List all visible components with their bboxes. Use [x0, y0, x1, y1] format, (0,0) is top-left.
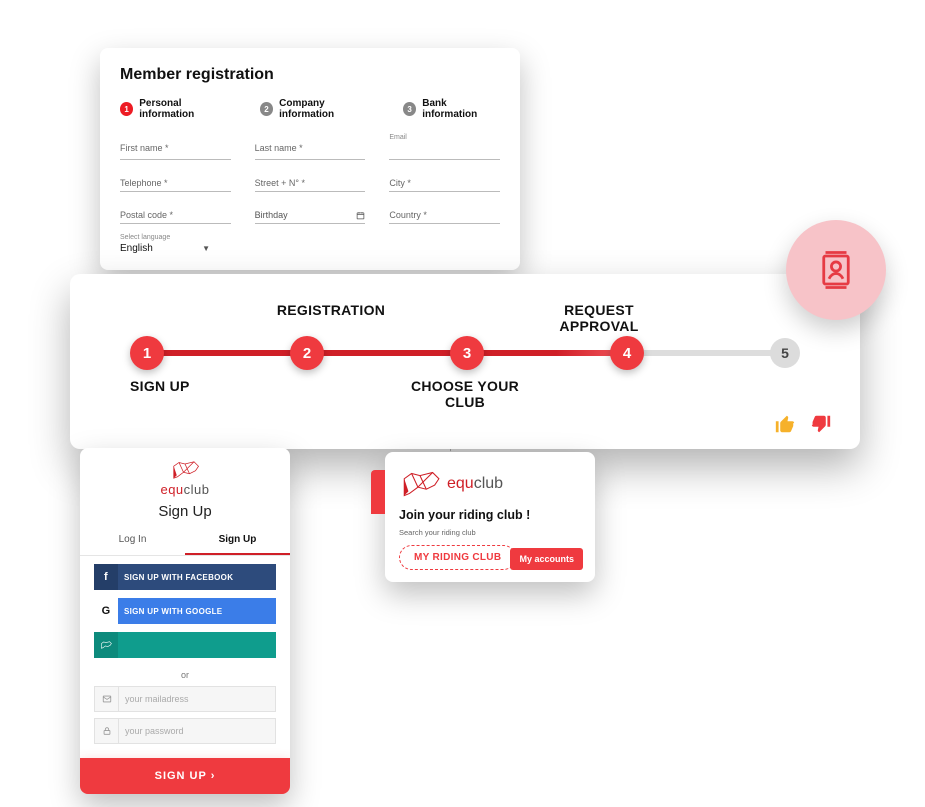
- brand-text: equclub: [447, 475, 503, 493]
- my-accounts-button[interactable]: My accounts: [510, 548, 583, 570]
- signup-card: equclub Sign Up Log In Sign Up f SIGN UP…: [80, 448, 290, 794]
- calendar-icon: [356, 211, 365, 220]
- language-select[interactable]: English ▼: [120, 241, 210, 256]
- street-field[interactable]: [255, 172, 366, 192]
- chevron-down-icon: ▼: [202, 244, 210, 253]
- process-flow-card: REGISTRATION REQUEST APPROVAL 1 2 3 4 5 …: [70, 274, 860, 449]
- horse-logo-icon: [399, 468, 441, 500]
- language-value: English: [120, 243, 153, 254]
- flow-step-5[interactable]: 5: [770, 338, 800, 368]
- button-label: SIGN UP WITH GOOGLE: [118, 600, 276, 623]
- birthday-label: Birthday: [255, 210, 288, 220]
- telephone-field[interactable]: [120, 172, 231, 192]
- tab-signup[interactable]: Sign Up: [185, 526, 290, 555]
- button-label: SIGN UP WITH FACEBOOK: [118, 566, 276, 589]
- step-label: Personal information: [139, 98, 234, 120]
- step-label: Company information: [279, 98, 377, 120]
- signup-password-input[interactable]: [119, 720, 275, 742]
- step-number-icon: 2: [260, 102, 273, 116]
- thumbs-up-icon[interactable]: [774, 413, 796, 435]
- facebook-icon: f: [94, 564, 118, 590]
- signup-submit-button[interactable]: SIGN UP ›: [80, 758, 290, 794]
- flow-step-3[interactable]: 3: [450, 336, 484, 370]
- signup-google-button[interactable]: G SIGN UP WITH GOOGLE: [94, 598, 276, 624]
- postal-field[interactable]: [120, 204, 231, 224]
- language-label: Select language: [120, 234, 500, 241]
- mail-icon: [95, 687, 119, 711]
- flow-label-request-approval: REQUEST APPROVAL: [532, 302, 666, 334]
- signup-alt-button[interactable]: [94, 632, 276, 658]
- flow-label-sign-up: SIGN UP: [130, 378, 264, 410]
- lock-icon: [95, 719, 119, 743]
- join-club-subtitle: Search your riding club: [399, 528, 581, 537]
- email-field[interactable]: [389, 140, 500, 160]
- flow-step-1[interactable]: 1: [130, 336, 164, 370]
- decorative-strip: [371, 470, 385, 514]
- city-field[interactable]: [389, 172, 500, 192]
- tab-login[interactable]: Log In: [80, 526, 185, 555]
- country-field[interactable]: [389, 204, 500, 224]
- signup-email-input[interactable]: [119, 688, 275, 710]
- reg-step-3[interactable]: 3 Bank information: [403, 98, 500, 120]
- horse-small-icon: [94, 632, 118, 658]
- button-label: [118, 638, 276, 652]
- registration-title: Member registration: [120, 66, 500, 84]
- flow-label-choose-club: CHOOSE YOUR CLUB: [398, 378, 532, 410]
- brand-text: equclub: [160, 482, 209, 497]
- riding-club-chip[interactable]: MY RIDING CLUB: [399, 545, 516, 570]
- step-number-icon: 3: [403, 102, 416, 116]
- button-label: SIGN UP: [155, 770, 211, 782]
- reg-step-2[interactable]: 2 Company information: [260, 98, 377, 120]
- email-input-wrap: [94, 686, 276, 712]
- join-club-title: Join your riding club !: [399, 508, 581, 522]
- password-input-wrap: [94, 718, 276, 744]
- registration-stepper: 1 Personal information 2 Company informa…: [120, 98, 500, 120]
- google-icon: G: [94, 598, 118, 624]
- thumbs-down-icon[interactable]: [810, 413, 832, 435]
- registration-card: Member registration 1 Personal informati…: [100, 48, 520, 270]
- step-number-icon: 1: [120, 102, 133, 116]
- join-club-card: equclub Join your riding club ! Search y…: [385, 452, 595, 582]
- or-divider: or: [80, 670, 290, 680]
- first-name-field[interactable]: [120, 134, 231, 160]
- horse-logo-icon: [170, 458, 200, 482]
- signup-title: Sign Up: [80, 503, 290, 520]
- flow-step-2[interactable]: 2: [290, 336, 324, 370]
- flow-label-registration: REGISTRATION: [264, 302, 398, 334]
- step-label: Bank information: [422, 98, 500, 120]
- flow-step-4[interactable]: 4: [610, 336, 644, 370]
- signup-facebook-button[interactable]: f SIGN UP WITH FACEBOOK: [94, 564, 276, 590]
- reg-step-1[interactable]: 1 Personal information: [120, 98, 234, 120]
- birthday-field[interactable]: Birthday: [255, 204, 366, 224]
- chevron-right-icon: ›: [211, 770, 216, 782]
- last-name-field[interactable]: [255, 134, 366, 160]
